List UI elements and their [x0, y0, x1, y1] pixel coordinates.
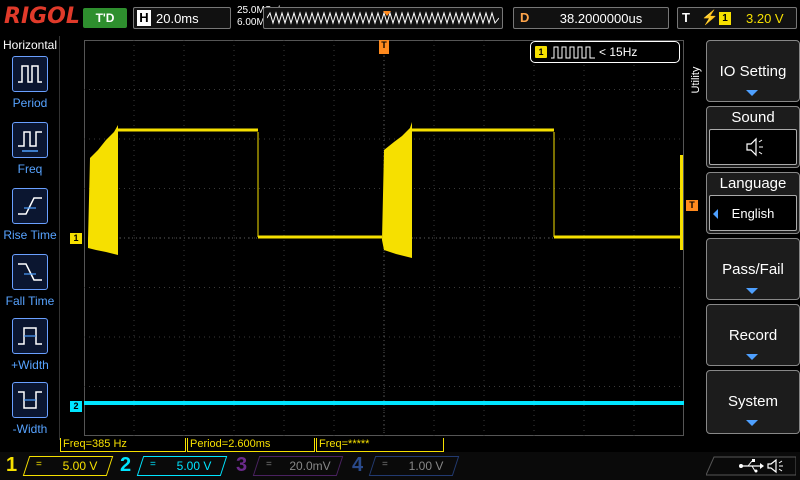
chevron-down-icon — [746, 90, 758, 96]
menu-item-label: Freq — [17, 162, 43, 176]
speaker-icon — [746, 137, 763, 157]
channel-scale: 5.00 V — [176, 459, 212, 473]
delay-value: 38.2000000us — [559, 11, 643, 26]
menu-item-label: Period — [12, 96, 48, 110]
menu-item-label: Fall Time — [5, 294, 55, 308]
trigger-level: 3.20 V — [746, 11, 784, 26]
measurement-freq-2[interactable]: Freq=***** — [316, 438, 444, 452]
menu-item-fall-time[interactable]: Fall Time — [0, 254, 60, 316]
chevron-down-icon — [746, 420, 758, 426]
sound-value-box — [709, 129, 797, 165]
channel-number: 1 — [6, 454, 18, 476]
coupling-dc-icon: = — [150, 459, 156, 470]
record-button[interactable]: Record — [706, 304, 800, 366]
trigger-status: T'D — [83, 8, 127, 28]
language-label: Language — [719, 175, 787, 192]
sound-label: Sound — [731, 109, 775, 126]
brand-logo: RIGOL — [4, 4, 80, 29]
coupling-dc-icon: = — [36, 459, 42, 470]
memory-overview[interactable] — [263, 7, 503, 29]
system-label: System — [727, 393, 778, 410]
io-setting-button[interactable]: IO Setting — [706, 40, 800, 102]
frequency-counter: 1 < 15Hz — [530, 41, 680, 63]
record-label: Record — [728, 327, 778, 344]
ch2-offset-marker[interactable]: 2 — [70, 401, 82, 412]
waveform-display[interactable]: T — [84, 40, 684, 436]
measurement-bar: Freq=385 Hz Period=2.600ms Freq=***** — [60, 438, 684, 453]
io-setting-label: IO Setting — [719, 63, 787, 80]
menu-tab: Utility — [686, 38, 704, 138]
counter-value: < 15Hz — [599, 45, 638, 59]
language-value: English — [731, 206, 775, 221]
menu-item-rise-time[interactable]: Rise Time — [0, 188, 60, 250]
memory-waveform-icon — [267, 11, 499, 25]
chevron-down-icon — [746, 288, 758, 294]
channel-number: 4 — [352, 454, 364, 476]
negative-width-icon — [12, 382, 48, 418]
chevron-down-icon — [746, 354, 758, 360]
timebase-box[interactable]: H 20.0ms — [133, 7, 231, 29]
trigger-source: 1 — [719, 12, 731, 25]
delay-key: D — [520, 10, 530, 25]
ch1-waveform — [88, 122, 683, 258]
channel-scale: 5.00 V — [62, 459, 98, 473]
sound-button[interactable]: Sound — [706, 106, 800, 168]
menu-item-label: +Width — [11, 358, 49, 372]
menu-item-period[interactable]: Period — [0, 56, 60, 118]
top-status-bar: RIGOL T'D H 20.0ms 25.0MSa/s 6.00M pts D… — [0, 0, 800, 36]
coupling-dc-icon: = — [266, 459, 272, 470]
freq-icon — [12, 122, 48, 158]
language-value-box: English — [709, 195, 797, 231]
channel-scale: 20.0mV — [289, 459, 331, 473]
menu-item-freq[interactable]: Freq — [0, 122, 60, 184]
delay-box[interactable]: D 38.2000000us — [513, 7, 669, 29]
channel-1[interactable]: 1 = 5.00 V — [6, 454, 116, 478]
usb-icon — [739, 459, 764, 473]
square-wave-icon — [551, 46, 595, 59]
channel-4[interactable]: 4 = 1.00 V — [352, 454, 462, 478]
channel-bar: 1 = 5.00 V 2 = 5.00 V 3 = 20.0mV 4 = 1.0… — [0, 452, 800, 480]
speaker-icon — [767, 458, 783, 474]
menu-item-negative-width[interactable]: -Width — [0, 382, 60, 444]
menu-tab-label: Utility — [690, 66, 702, 94]
channel-scale: 1.00 V — [408, 459, 444, 473]
graticule — [84, 40, 684, 436]
timebase-value: 20.0ms — [156, 11, 199, 26]
positive-width-icon — [12, 318, 48, 354]
ch1-offset-marker[interactable]: 1 — [70, 233, 82, 244]
measurement-freq[interactable]: Freq=385 Hz — [60, 438, 186, 452]
menu-item-label: Rise Time — [3, 228, 57, 242]
pass-fail-button[interactable]: Pass/Fail — [706, 238, 800, 300]
period-icon — [12, 56, 48, 92]
trigger-position-marker[interactable]: T — [379, 40, 389, 54]
measurement-period[interactable]: Period=2.600ms — [187, 438, 315, 452]
channel-number: 2 — [120, 454, 132, 476]
menu-title: Horizontal — [2, 38, 58, 52]
channel-3[interactable]: 3 = 20.0mV — [236, 454, 346, 478]
trigger-key: T — [682, 10, 690, 25]
system-button[interactable]: System — [706, 370, 800, 434]
horizontal-key: H — [137, 10, 151, 26]
counter-channel: 1 — [535, 46, 547, 58]
status-icons — [706, 456, 796, 476]
language-button[interactable]: Language English — [706, 172, 800, 234]
horizontal-menu: Horizontal Period Freq Rise Time Fall Ti… — [0, 36, 60, 440]
utility-menu: Utility IO Setting Sound Language Englis… — [686, 36, 800, 440]
coupling-dc-icon: = — [382, 459, 388, 470]
menu-item-label: -Width — [12, 422, 48, 436]
pass-fail-label: Pass/Fail — [722, 261, 784, 278]
menu-item-positive-width[interactable]: +Width — [0, 318, 60, 380]
channel-number: 3 — [236, 454, 248, 476]
rising-edge-icon: ⚡ — [701, 9, 719, 25]
ch2-waveform — [84, 401, 684, 405]
rise-time-icon — [12, 188, 48, 224]
trigger-box[interactable]: T ⚡ 1 3.20 V — [677, 7, 797, 29]
fall-time-icon — [12, 254, 48, 290]
channel-2[interactable]: 2 = 5.00 V — [120, 454, 230, 478]
